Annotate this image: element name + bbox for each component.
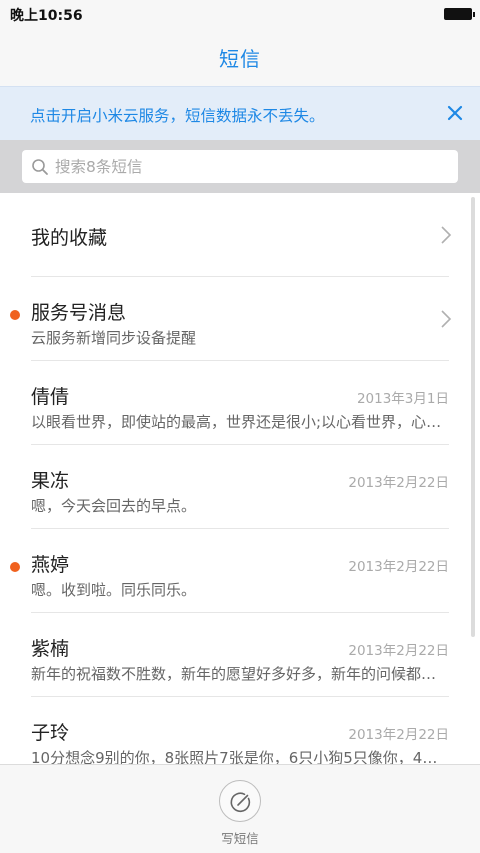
search-box[interactable] [22,150,458,183]
message-date: 2013年2月22日 [348,727,449,743]
favorites-label: 我的收藏 [31,227,108,249]
search-area [0,140,480,193]
contact-name: 子玲 [31,722,70,744]
message-preview: 以眼看世界，即使站的最高，世界还是很小;以心看世界，心有多大世界就有多大 [31,413,448,431]
favorites-item[interactable]: 我的收藏 [0,193,480,277]
close-icon[interactable] [444,102,466,124]
message-date: 2013年3月1日 [356,391,449,407]
bottom-bar: 写短信 [0,764,480,853]
message-preview: 嗯。收到啦。同乐同乐。 [31,581,197,599]
cloud-service-banner[interactable]: 点击开启小米云服务，短信数据永不丢失。 [0,86,480,140]
search-input[interactable] [55,157,435,176]
status-time: 晚上10:56 [10,8,83,24]
conversation-item[interactable]: 子玲 2013年2月22日 10分想念9别的你，8张照片7张是你，6只小狗5只像… [0,697,480,764]
service-name: 服务号消息 [31,302,127,324]
message-date: 2013年2月22日 [348,475,449,491]
banner-text[interactable]: 点击开启小米云服务，短信数据永不丢失。 [30,104,325,126]
contact-name: 紫楠 [31,638,70,660]
chevron-right-icon [440,309,452,329]
conversation-item[interactable]: 紫楠 2013年2月22日 新年的祝福数不胜数，新年的愿望好多好多，新年的问候都… [0,613,480,697]
compose-icon [230,792,251,813]
unread-dot [10,310,20,320]
conversation-item[interactable]: 果冻 2013年2月22日 嗯，今天会回去的早点。 [0,445,480,529]
title-bar: 短信 [0,28,480,86]
message-date: 2013年2月22日 [348,559,449,575]
message-preview: 嗯，今天会回去的早点。 [31,497,197,515]
conversation-item[interactable]: 燕婷 2013年2月22日 嗯。收到啦。同乐同乐。 [0,529,480,613]
contact-name: 果冻 [31,470,70,492]
chevron-right-icon [440,225,452,245]
service-preview: 云服务新增同步设备提醒 [31,329,197,347]
compose-button[interactable] [219,780,261,822]
compose-label: 写短信 [221,831,259,846]
status-bar: 晚上10:56 [0,0,480,28]
battery-icon [444,8,475,20]
scrollbar[interactable] [471,197,475,637]
message-preview: 10分想念9别的你，8张照片7张是你，6只小狗5只像你，4季都在想你 [31,749,448,764]
message-list: 我的收藏 服务号消息 云服务新增同步设备提醒 倩倩 2013年3月1日 以眼看世… [0,193,480,764]
search-icon [31,158,49,176]
contact-name: 倩倩 [31,386,70,408]
unread-dot [10,562,20,572]
service-messages-item[interactable]: 服务号消息 云服务新增同步设备提醒 [0,277,480,361]
message-date: 2013年2月22日 [348,643,449,659]
contact-name: 燕婷 [31,554,70,576]
page-title: 短信 [219,46,261,71]
conversation-item[interactable]: 倩倩 2013年3月1日 以眼看世界，即使站的最高，世界还是很小;以心看世界，心… [0,361,480,445]
message-preview: 新年的祝福数不胜数，新年的愿望好多好多，新年的问候都来送上 [31,665,448,683]
